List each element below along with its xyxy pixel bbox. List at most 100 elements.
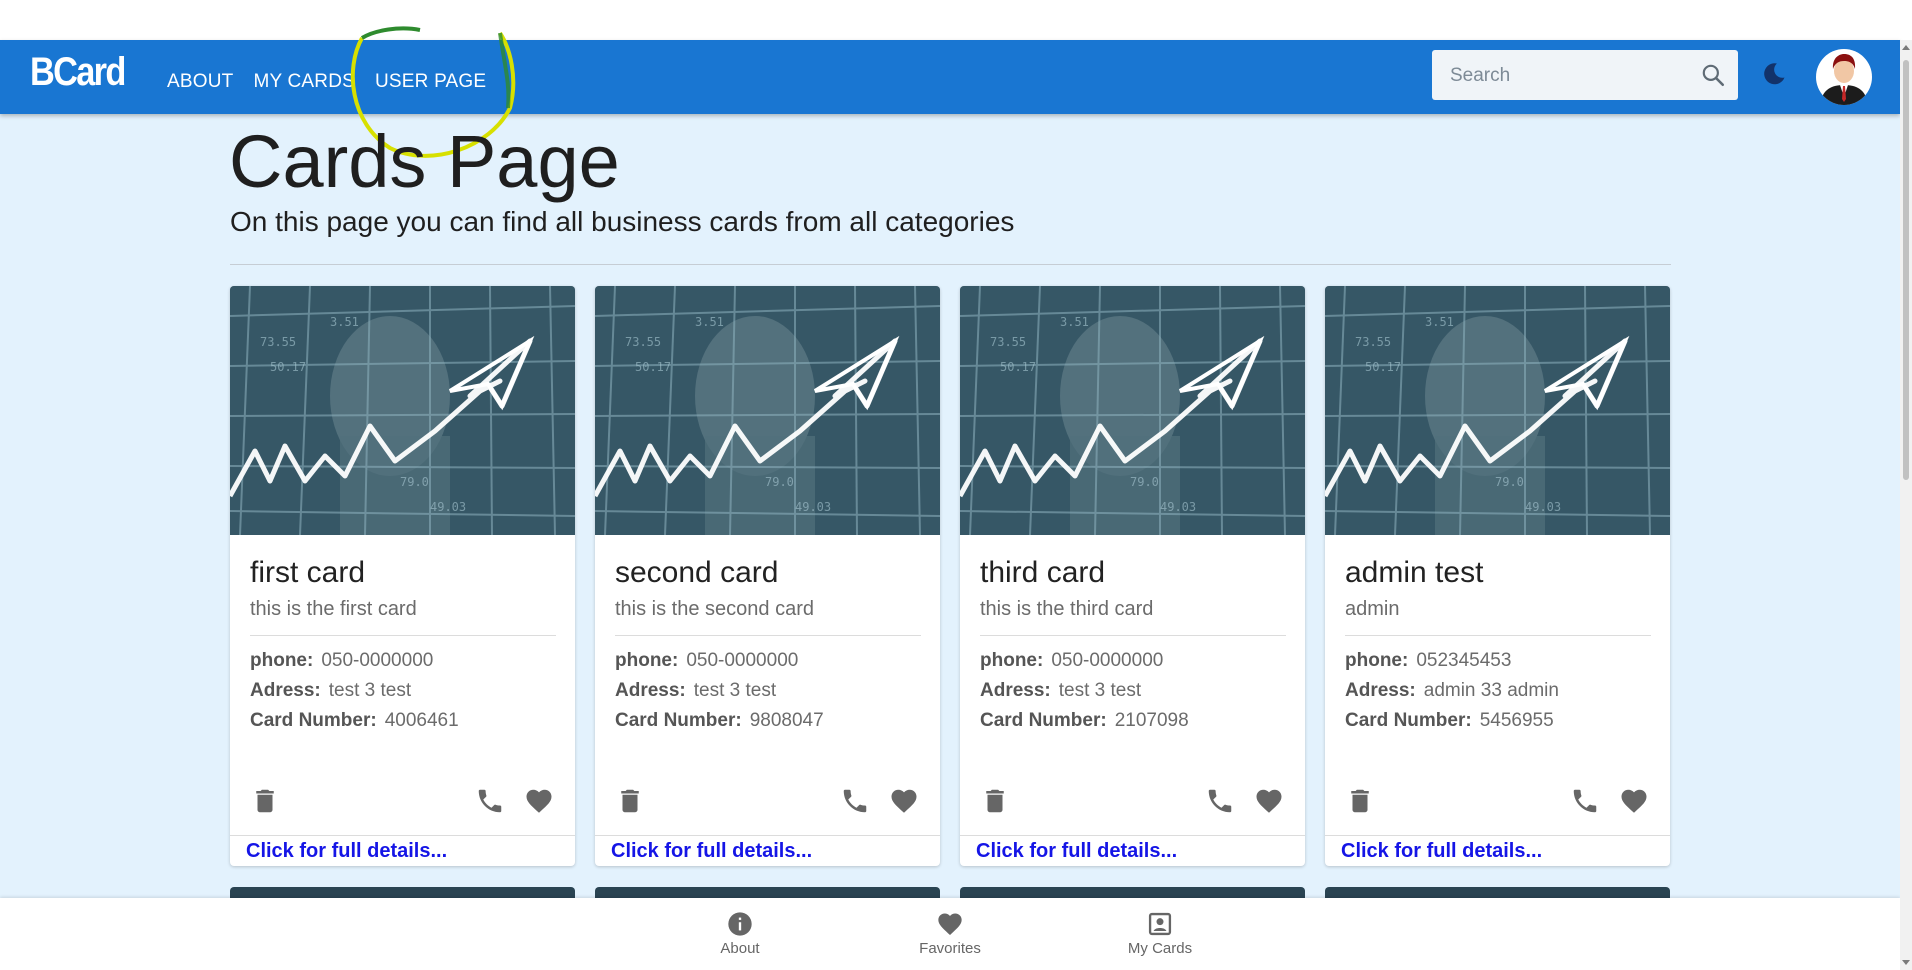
card-number-value: 4006461 bbox=[384, 710, 459, 731]
card-number: Card Number: 9808047 bbox=[615, 710, 824, 732]
phone-label: phone: bbox=[615, 650, 679, 671]
avatar[interactable] bbox=[1816, 49, 1872, 105]
card-subtitle: this is the first card bbox=[250, 598, 417, 620]
card-divider bbox=[1345, 635, 1651, 636]
trash-icon[interactable] bbox=[1345, 786, 1375, 816]
scroll-up-icon[interactable] bbox=[1902, 45, 1910, 50]
page-subtitle: On this page you can find all business c… bbox=[230, 206, 1015, 237]
address-value: admin 33 admin bbox=[1423, 680, 1559, 701]
business-card[interactable]: first card this is the first card phone:… bbox=[230, 286, 575, 866]
search-icon[interactable] bbox=[1700, 62, 1726, 88]
trash-icon[interactable] bbox=[250, 786, 280, 816]
logo[interactable]: BCard bbox=[30, 50, 126, 95]
scrollbar[interactable] bbox=[1900, 40, 1912, 970]
card-number: Card Number: 2107098 bbox=[980, 710, 1189, 732]
card-number-label: Card Number: bbox=[1345, 710, 1472, 731]
card-address: Adress: test 3 test bbox=[615, 680, 776, 702]
card-phone: phone: 050-0000000 bbox=[615, 650, 798, 672]
card-address: Adress: admin 33 admin bbox=[1345, 680, 1559, 702]
phone-icon[interactable] bbox=[475, 786, 505, 816]
card-title: third card bbox=[980, 556, 1106, 589]
trash-icon[interactable] bbox=[615, 786, 645, 816]
phone-label: phone: bbox=[1345, 650, 1409, 671]
bottom-nav-about[interactable]: About bbox=[680, 910, 800, 957]
business-card[interactable]: third card this is the third card phone:… bbox=[960, 286, 1305, 866]
card-subtitle: this is the third card bbox=[980, 598, 1154, 620]
card-title: second card bbox=[615, 556, 779, 589]
bottom-nav-about-label: About bbox=[720, 940, 760, 957]
card-divider bbox=[615, 635, 921, 636]
card-subtitle: this is the second card bbox=[615, 598, 814, 620]
bottom-nav-my-cards-label: My Cards bbox=[1127, 940, 1193, 957]
info-icon bbox=[728, 912, 752, 936]
card-address: Adress: test 3 test bbox=[250, 680, 411, 702]
card-address: Adress: test 3 test bbox=[980, 680, 1141, 702]
card-number-label: Card Number: bbox=[250, 710, 377, 731]
card-footer-divider bbox=[595, 835, 940, 836]
card-footer-divider bbox=[960, 835, 1305, 836]
card-number-value: 9808047 bbox=[749, 710, 824, 731]
details-link[interactable]: Click for full details... bbox=[1341, 840, 1542, 863]
card-number-label: Card Number: bbox=[980, 710, 1107, 731]
bottom-nav-favorites-label: Favorites bbox=[919, 940, 981, 957]
nav-about[interactable]: ABOUT bbox=[167, 71, 233, 93]
search-input[interactable] bbox=[1448, 61, 1692, 91]
card-image[interactable] bbox=[230, 286, 575, 535]
card-image[interactable] bbox=[1325, 286, 1670, 535]
card-divider bbox=[980, 635, 1286, 636]
phone-icon[interactable] bbox=[1205, 786, 1235, 816]
card-subtitle: admin bbox=[1345, 598, 1400, 620]
scroll-thumb[interactable] bbox=[1903, 60, 1909, 480]
business-card[interactable]: admin test admin phone: 052345453 Adress:… bbox=[1325, 286, 1670, 866]
card-number-value: 2107098 bbox=[1114, 710, 1189, 731]
address-label: Adress: bbox=[1345, 680, 1416, 701]
search-box bbox=[1432, 50, 1738, 100]
scroll-down-icon[interactable] bbox=[1902, 960, 1910, 965]
bottom-navigation: About Favorites My Cards bbox=[0, 898, 1900, 970]
divider bbox=[230, 264, 1671, 265]
phone-value: 052345453 bbox=[1416, 650, 1512, 671]
phone-label: phone: bbox=[250, 650, 314, 671]
business-card[interactable]: second card this is the second card phon… bbox=[595, 286, 940, 866]
address-label: Adress: bbox=[250, 680, 321, 701]
card-number-label: Card Number: bbox=[615, 710, 742, 731]
browser-top-strip bbox=[0, 0, 1900, 40]
phone-value: 050-0000000 bbox=[686, 650, 799, 671]
card-phone: phone: 052345453 bbox=[1345, 650, 1511, 672]
contact-card-icon bbox=[1148, 912, 1172, 936]
heart-icon[interactable] bbox=[1619, 786, 1649, 816]
address-value: test 3 test bbox=[693, 680, 777, 701]
bottom-nav-my-cards[interactable]: My Cards bbox=[1100, 910, 1220, 957]
heart-icon[interactable] bbox=[1254, 786, 1284, 816]
card-number-value: 5456955 bbox=[1479, 710, 1554, 731]
address-label: Adress: bbox=[980, 680, 1051, 701]
card-image[interactable] bbox=[960, 286, 1305, 535]
nav-my-cards[interactable]: MY CARDS bbox=[253, 71, 355, 93]
card-divider bbox=[250, 635, 556, 636]
bottom-nav-favorites[interactable]: Favorites bbox=[890, 910, 1010, 957]
trash-icon[interactable] bbox=[980, 786, 1010, 816]
card-title: admin test bbox=[1345, 556, 1484, 589]
card-footer-divider bbox=[230, 835, 575, 836]
phone-value: 050-0000000 bbox=[321, 650, 434, 671]
address-value: test 3 test bbox=[328, 680, 412, 701]
phone-icon[interactable] bbox=[1570, 786, 1600, 816]
details-link[interactable]: Click for full details... bbox=[611, 840, 812, 863]
phone-label: phone: bbox=[980, 650, 1044, 671]
dark-mode-icon[interactable] bbox=[1760, 60, 1788, 88]
phone-value: 050-0000000 bbox=[1051, 650, 1164, 671]
address-label: Adress: bbox=[615, 680, 686, 701]
address-value: test 3 test bbox=[1058, 680, 1142, 701]
heart-icon bbox=[938, 913, 962, 935]
phone-icon[interactable] bbox=[840, 786, 870, 816]
details-link[interactable]: Click for full details... bbox=[246, 840, 447, 863]
page-title: Cards Page bbox=[229, 120, 620, 203]
card-number: Card Number: 5456955 bbox=[1345, 710, 1554, 732]
card-phone: phone: 050-0000000 bbox=[250, 650, 433, 672]
details-link[interactable]: Click for full details... bbox=[976, 840, 1177, 863]
card-footer-divider bbox=[1325, 835, 1670, 836]
heart-icon[interactable] bbox=[889, 786, 919, 816]
card-number: Card Number: 4006461 bbox=[250, 710, 459, 732]
card-image[interactable] bbox=[595, 286, 940, 535]
heart-icon[interactable] bbox=[524, 786, 554, 816]
